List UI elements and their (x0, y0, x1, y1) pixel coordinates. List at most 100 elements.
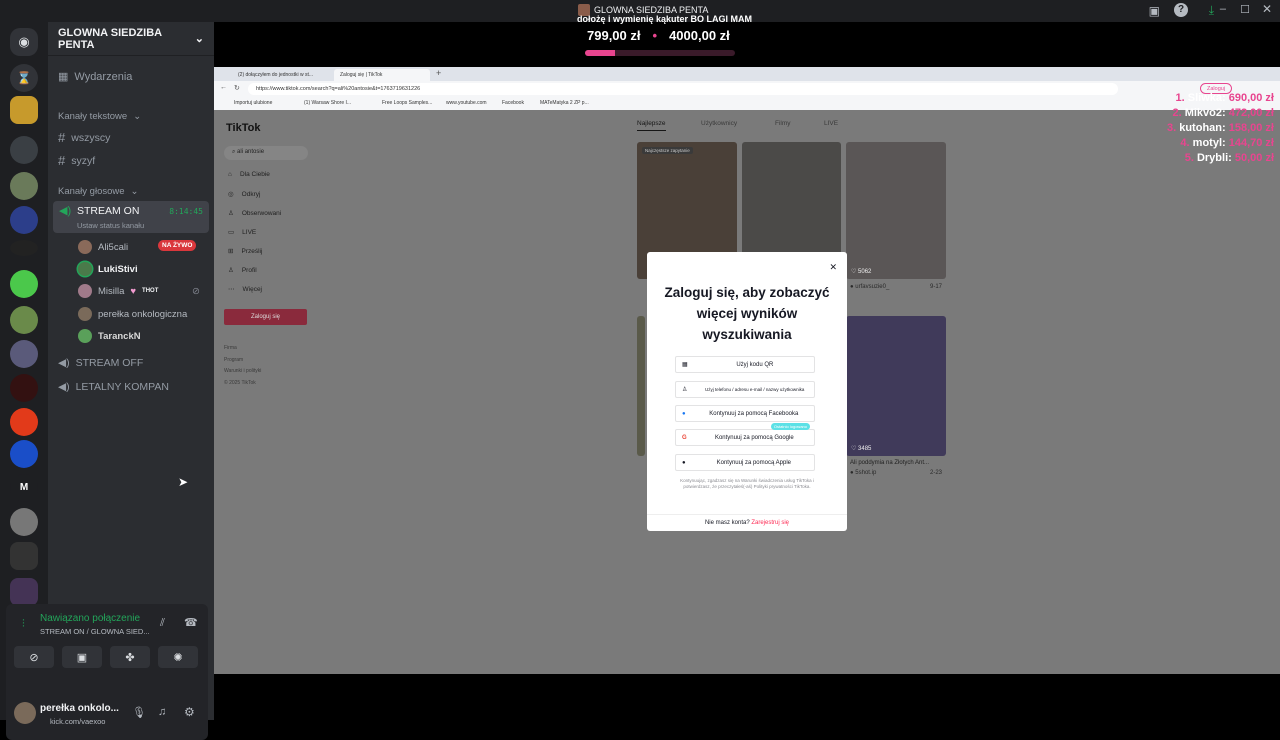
voice-category[interactable]: Kanały głosowe ⌄ (58, 186, 139, 197)
server-header[interactable]: GLOWNA SIEDZIBA PENTA ⌄ (48, 22, 214, 56)
server-icon-active[interactable] (10, 172, 38, 200)
footer-link[interactable]: Firma (224, 343, 261, 355)
user-name[interactable]: perełka onkolo... (40, 703, 119, 714)
settings-gear-icon[interactable]: ⚙ (184, 705, 195, 719)
voice-member[interactable]: Misilla ♥ THOT ⊘ (78, 284, 200, 298)
nav-live[interactable]: ▭ LIVE (228, 228, 256, 237)
tab-live[interactable]: LIVE (824, 120, 838, 127)
tiktok-login-button[interactable]: Zaloguj się (224, 309, 307, 325)
phone-login-button[interactable]: ♙ Użyj telefonu / adresu e-mail / nazwy u… (675, 381, 815, 398)
server-icon-3[interactable] (10, 136, 38, 164)
bookmark[interactable]: (1) Warsaw Shore I... (304, 100, 351, 106)
download-icon[interactable]: ⤓ (1209, 3, 1214, 18)
minimize-icon[interactable]: – (1220, 3, 1226, 15)
voice-member[interactable]: perełka onkologiczna (78, 307, 187, 321)
server-folder-1[interactable] (10, 542, 38, 570)
bookmark[interactable]: www.youtube.com (446, 100, 487, 106)
nav-for-you[interactable]: ⌂ Dla Ciebie (228, 171, 270, 178)
screen-icon: ▣ (76, 651, 88, 664)
activities-button[interactable]: ✤ (110, 646, 150, 668)
microphone-icon[interactable]: 🎙︎ (132, 706, 146, 719)
voice-member[interactable]: TaranckN (78, 329, 141, 343)
disconnect-icon[interactable]: ☎ (184, 616, 198, 629)
signup-link[interactable]: Zarejestruj się (751, 520, 789, 526)
server-icon-11[interactable] (10, 408, 38, 436)
server-icon-7[interactable] (10, 270, 38, 298)
bookmark[interactable]: Importuj ulubione (234, 100, 272, 106)
noise-suppression-icon[interactable]: ⫽ (160, 617, 165, 630)
server-icon-13[interactable]: M (10, 474, 38, 502)
maximize-icon[interactable]: ☐ (1240, 3, 1250, 16)
creator-name[interactable]: urfavsuzie0_ (855, 284, 889, 290)
connection-channel[interactable]: STREAM ON / GLOWNA SIED... (40, 627, 150, 636)
video-thumbnail[interactable]: ♡ 3485 (846, 316, 946, 456)
nav-profile[interactable]: ♙ Profil (228, 266, 257, 275)
reload-icon[interactable]: ↻ (234, 84, 240, 92)
camera-off-icon: ⊘ (29, 651, 39, 664)
stream-view[interactable]: (2) dołączyłem do jednostki w st... Zalo… (214, 67, 1280, 674)
channel-syzyf[interactable]: # syzyf (58, 153, 95, 168)
tab-top[interactable]: Najlepsze (637, 120, 666, 131)
camera-toggle-button[interactable]: ⊘ (14, 646, 54, 668)
discord-home-icon[interactable]: ◉ (10, 28, 38, 56)
user-avatar[interactable] (14, 702, 36, 724)
bookmark[interactable]: Free Loops Samples... (382, 100, 432, 106)
apple-login-button[interactable]: ● Kontynuuj za pomocą Apple (675, 454, 815, 471)
signup-question: Nie masz konta? (704, 520, 750, 526)
server-icon-tfc[interactable] (10, 96, 38, 124)
muted-icon: ⊘ (192, 285, 200, 297)
server-folder-2[interactable] (10, 578, 38, 606)
close-icon[interactable]: ✕ (829, 262, 837, 273)
voice-channel-stream-off[interactable]: ◀) STREAM OFF (58, 357, 143, 369)
tab-users[interactable]: Użytkownicy (701, 120, 737, 127)
voice-member[interactable]: LukiStivi (78, 262, 138, 276)
browser-tab-active[interactable]: Zaloguj się | TikTok (334, 69, 430, 81)
tiktok-search[interactable]: ⌕ ali antosie (224, 146, 308, 160)
channel-label: syzyf (71, 154, 96, 167)
footer-link[interactable]: Program (224, 355, 261, 367)
screenshare-button[interactable]: ▣ (62, 646, 102, 668)
server-icon-6[interactable] (10, 240, 38, 256)
server-icon-10[interactable] (10, 374, 38, 402)
tab-videos[interactable]: Filmy (775, 120, 791, 127)
voice-channel-stream-on[interactable]: ◀) STREAM ON 8:14:45 Ustaw status kanału (53, 201, 209, 233)
text-category[interactable]: Kanały tekstowe ⌄ (58, 111, 141, 122)
server-icon-8[interactable] (10, 306, 38, 334)
google-login-button[interactable]: G Kontynuuj za pomocą Google Ostatnio logo… (675, 423, 815, 446)
qr-login-button[interactable]: ▦ Użyj kodu QR (675, 356, 815, 373)
nav-following[interactable]: ♙ Obserwowani (228, 209, 281, 218)
member-name: Misilla (98, 285, 125, 297)
browser-tab[interactable]: (2) dołączyłem do jednostki w st... (232, 69, 332, 81)
video-caption[interactable]: Ali poddymia na Złotych Ant... (850, 460, 929, 466)
bookmark[interactable]: Facebook (502, 100, 524, 106)
new-tab-icon[interactable]: + (436, 68, 441, 78)
login-label: Zaloguj się (250, 314, 280, 320)
server-icon-1[interactable]: ⌛ (10, 64, 38, 92)
nav-more[interactable]: ⋯ Więcej (228, 285, 262, 294)
server-icon-12[interactable] (10, 440, 38, 468)
connection-status[interactable]: Nawiązano połączenie (40, 613, 140, 624)
voice-member[interactable]: Ali5cali NA ŻYWO (78, 240, 197, 254)
server-icon-14[interactable] (10, 508, 38, 536)
headphones-icon[interactable]: ♫ (158, 706, 166, 718)
soundboard-button[interactable]: ✺ (158, 646, 198, 668)
channel-wszyscy[interactable]: # wszyscy (58, 130, 110, 145)
voice-channel-letalny[interactable]: ◀) LETALNY KOMPAN (58, 381, 169, 393)
nav-upload[interactable]: ⊞ Prześlij (228, 247, 262, 256)
facebook-login-button[interactable]: ● Kontynuuj za pomocą Facebooka (675, 405, 815, 422)
channel-status[interactable]: Ustaw status kanału (77, 221, 144, 230)
close-icon[interactable]: ✕ (1262, 2, 1272, 16)
server-icon-5[interactable] (10, 206, 38, 234)
creator-name[interactable]: 5shot.ip (855, 470, 876, 476)
footer-link[interactable]: Warunki i polityki (224, 366, 261, 378)
events-link[interactable]: ▦ Wydarzenia (58, 70, 132, 84)
server-icon-9[interactable] (10, 340, 38, 368)
video-thumbnail[interactable] (637, 316, 645, 456)
back-icon[interactable]: ← (220, 84, 227, 91)
nav-explore[interactable]: ◎ Odkryj (228, 190, 260, 199)
help-icon[interactable]: ? (1174, 3, 1188, 17)
bookmark[interactable]: MATeMatyka 2 ZP p... (540, 100, 589, 106)
video-thumbnail[interactable]: ♡ 5062 (846, 142, 946, 279)
inbox-icon[interactable]: ▣ (1149, 4, 1160, 18)
address-bar[interactable]: https://www.tiktok.com/search?q=ali%20an… (248, 83, 1118, 95)
